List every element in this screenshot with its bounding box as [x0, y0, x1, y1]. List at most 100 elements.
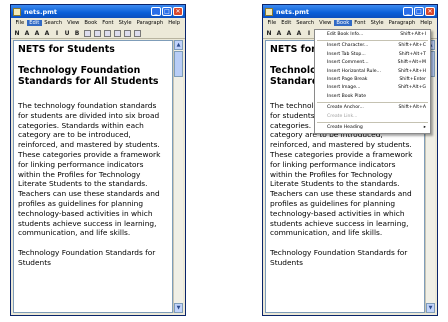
menu-item-insert-tab-stop[interactable]: Insert Tab Stop... Shift+Alt+T	[315, 51, 430, 59]
document-title: NETS for Students	[18, 44, 115, 55]
format-tool-a[interactable]: A	[285, 29, 293, 38]
menu-item-label: Create Heading	[327, 125, 363, 131]
menu-item-insert-page-break[interactable]: Insert Page Break Shift+Enter	[315, 76, 430, 84]
document-heading: Technolog Standards	[270, 65, 325, 87]
menu-item-label: Create Link...	[327, 113, 358, 119]
document-footer-heading: Technology Foundation Standards for Stud…	[270, 248, 408, 267]
format-tool-a[interactable]: A	[33, 29, 41, 38]
document-footer-heading: Technology Foundation Standards for Stud…	[18, 248, 156, 267]
minimize-button[interactable]: _	[403, 7, 413, 16]
maximize-button[interactable]: □	[162, 7, 172, 16]
menu-item-insert-horizontal-rule[interactable]: Insert Horizontal Rule... Shift+Alt+H	[315, 68, 430, 76]
format-tool-a[interactable]: A	[275, 29, 283, 38]
menu-item-shortcut: Shift+Alt+M	[397, 60, 426, 66]
menu-item-edit-book-info[interactable]: Edit Book Info... Shift+Alt+I	[315, 31, 430, 39]
app-window-left: nets.pmt _ □ ✕ File Edit Search View Book Fon…	[10, 4, 186, 316]
menu-font[interactable]: Font	[100, 20, 116, 26]
menu-view[interactable]: View	[317, 20, 334, 26]
menu-item-shortcut: Shift+Alt+T	[398, 51, 426, 57]
menu-view[interactable]: View	[65, 20, 82, 26]
menu-help[interactable]: Help	[418, 20, 435, 26]
menu-item-label: Create Anchor...	[327, 105, 364, 111]
format-tool-b[interactable]: B	[73, 29, 81, 38]
menu-search[interactable]: Search	[42, 20, 65, 26]
menu-help[interactable]: Help	[166, 20, 183, 26]
menu-item-insert-character[interactable]: Insert Character... Shift+Alt+C	[315, 42, 430, 50]
submenu-arrow-icon: ▸	[423, 125, 426, 131]
menu-separator	[317, 122, 428, 124]
format-tool-a[interactable]: A	[23, 29, 31, 38]
menu-item-label: Insert Horizontal Rule...	[327, 68, 381, 74]
menu-item-label: Edit Book Info...	[327, 32, 364, 37]
menu-item-label: Insert Image...	[327, 85, 361, 91]
format-tool-i[interactable]: I	[305, 29, 313, 38]
vertical-scrollbar[interactable]: ▲ ▼	[173, 40, 183, 313]
menu-item-shortcut: Shift+Alt+H	[398, 68, 426, 74]
menu-file[interactable]: File	[265, 20, 279, 26]
menu-item-shortcut: Shift+Enter	[399, 77, 426, 83]
menu-item-label: Insert Character...	[327, 43, 369, 49]
menu-item-label: Insert Book Plate	[327, 93, 367, 99]
menu-item-shortcut: Shift+Alt+C	[398, 43, 426, 49]
scroll-thumb[interactable]	[174, 51, 183, 77]
scroll-down-icon[interactable]: ▼	[426, 303, 435, 313]
menu-separator	[317, 40, 428, 42]
menu-item-label: Insert Tab Stop...	[327, 51, 366, 57]
close-button[interactable]: ✕	[173, 7, 183, 16]
document-area[interactable]: NETS for Students Technology Foundation …	[13, 40, 173, 313]
book-dropdown-menu: Edit Book Info... Shift+Alt+I Insert Chara…	[314, 29, 431, 135]
menu-item-create-anchor[interactable]: Create Anchor... Shift+Alt+A	[315, 104, 430, 112]
menu-item-insert-book-plate[interactable]: Insert Book Plate	[315, 93, 430, 101]
format-tool-i[interactable]: I	[53, 29, 61, 38]
close-button[interactable]: ✕	[425, 7, 435, 16]
menu-item-create-link: Create Link...	[315, 113, 430, 121]
align-center-icon[interactable]	[93, 29, 101, 37]
menu-book[interactable]: Book	[82, 20, 100, 26]
align-right-icon[interactable]	[103, 29, 111, 37]
document-icon	[13, 7, 21, 16]
menu-item-shortcut: Shift+Alt+G	[398, 85, 426, 91]
menu-font[interactable]: Font	[352, 20, 368, 26]
scroll-down-icon[interactable]: ▼	[174, 303, 183, 313]
document-paragraph: The technology foundation standards for …	[18, 101, 161, 238]
minimize-button[interactable]: _	[151, 7, 161, 16]
menu-style[interactable]: Style	[116, 20, 134, 26]
link-icon[interactable]	[133, 29, 141, 37]
format-tool-n[interactable]: N	[265, 29, 273, 38]
format-toolbar: NAAAIUB	[11, 28, 185, 39]
document-heading: Technology Foundation Standards for All …	[18, 65, 159, 87]
menu-item-create-heading[interactable]: Create Heading ▸	[315, 124, 430, 132]
bookmark-icon[interactable]	[123, 29, 131, 37]
title-bar[interactable]: nets.pmt _ □ ✕	[263, 5, 437, 18]
title-bar[interactable]: nets.pmt _ □ ✕	[11, 5, 185, 18]
menu-bar: File Edit Search View Book Font Style Paragraph…	[11, 18, 185, 28]
maximize-button[interactable]: □	[414, 7, 424, 16]
menu-edit[interactable]: Edit	[279, 20, 294, 26]
scroll-up-icon[interactable]: ▲	[174, 40, 183, 50]
window-title: nets.pmt	[24, 7, 58, 16]
menu-item-shortcut: Shift+Alt+I	[400, 32, 426, 37]
menu-separator	[317, 102, 428, 104]
window-title: nets.pmt	[276, 7, 310, 16]
app-window-right: nets.pmt _ □ ✕ File Edit Search View Book Fon…	[262, 4, 438, 316]
menu-item-label: Insert Page Break	[327, 77, 368, 83]
align-left-icon[interactable]	[83, 29, 91, 37]
menu-item-insert-comment[interactable]: Insert Comment... Shift+Alt+M	[315, 59, 430, 67]
format-tool-a[interactable]: A	[43, 29, 51, 38]
menu-edit[interactable]: Edit	[26, 20, 42, 26]
menu-file[interactable]: File	[13, 20, 27, 26]
menu-paragraph[interactable]: Paragraph	[386, 20, 418, 26]
format-tool-n[interactable]: N	[13, 29, 21, 38]
menu-paragraph[interactable]: Paragraph	[134, 20, 166, 26]
paragraph-rest: category are to be introduced, reinforce…	[270, 130, 413, 238]
menu-book[interactable]: Book	[333, 20, 352, 26]
insert-image-icon[interactable]	[113, 29, 121, 37]
format-tool-a[interactable]: A	[295, 29, 303, 38]
document-icon	[265, 7, 273, 16]
menu-search[interactable]: Search	[294, 20, 317, 26]
menu-bar: File Edit Search View Book Font Style Paragraph…	[263, 18, 437, 28]
menu-style[interactable]: Style	[368, 20, 386, 26]
format-tool-u[interactable]: U	[63, 29, 71, 38]
menu-item-shortcut: Shift+Alt+A	[398, 105, 426, 111]
menu-item-insert-image[interactable]: Insert Image... Shift+Alt+G	[315, 84, 430, 92]
